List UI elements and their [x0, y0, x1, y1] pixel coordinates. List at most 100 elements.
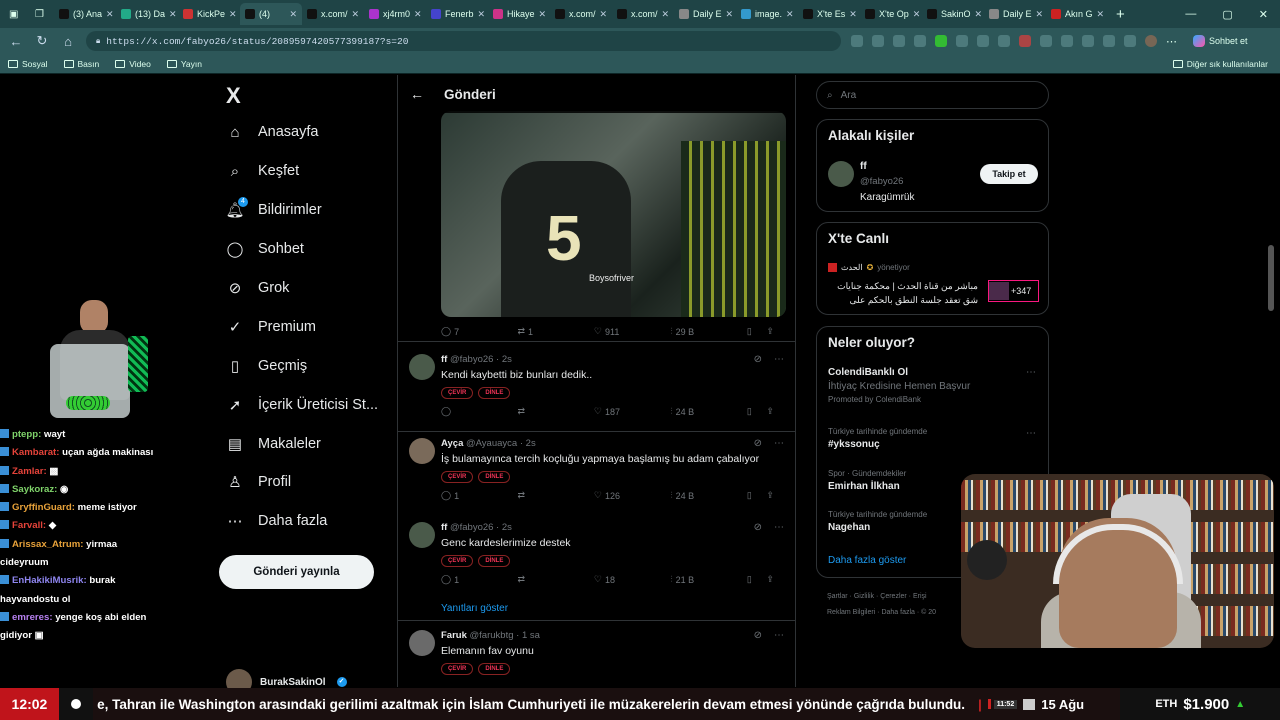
chat-username[interactable]: Saykoraz:	[12, 484, 57, 495]
live-host-row[interactable]: الحدث ✪ yönetiyor	[828, 263, 910, 272]
more-options-icon[interactable]: ⋯	[774, 438, 784, 449]
repost-button[interactable]: ⇄	[517, 490, 593, 501]
show-replies-link[interactable]: Yanıtları göster	[441, 603, 508, 614]
browser-tab[interactable]: x.com/ ✕	[302, 3, 364, 25]
chat-username[interactable]: ptepp:	[12, 429, 41, 440]
listen-chip[interactable]: DİNLE	[478, 471, 511, 483]
sidebar-icon[interactable]	[1061, 35, 1073, 47]
back-arrow-icon[interactable]: ←	[410, 86, 424, 102]
more-icon[interactable]: ⋯	[1166, 35, 1177, 48]
close-icon[interactable]: ✕	[414, 9, 422, 20]
browser-tab[interactable]: (3) Ana ✕	[54, 3, 116, 25]
avatar[interactable]	[409, 354, 435, 380]
close-icon[interactable]: ✕	[726, 9, 734, 20]
listen-chip[interactable]: DİNLE	[478, 555, 511, 567]
views-button[interactable]: ⫶ 29 B	[670, 326, 746, 337]
x-logo[interactable]: X	[226, 83, 241, 109]
close-icon[interactable]: ✕	[229, 9, 237, 20]
close-icon[interactable]: ✕	[289, 9, 297, 20]
avatar[interactable]	[409, 438, 435, 464]
close-icon[interactable]: ✕	[600, 9, 608, 20]
extension-icon-5[interactable]	[998, 35, 1010, 47]
translate-chip[interactable]: ÇEVİR	[441, 555, 474, 567]
copilot-button[interactable]: Sohbet et	[1193, 35, 1248, 47]
chat-username[interactable]: emreres:	[12, 612, 53, 623]
close-icon[interactable]: ✕	[169, 9, 177, 20]
like-button[interactable]: ♡ 187	[594, 406, 670, 417]
bookmark-folder[interactable]: Basın	[63, 59, 99, 69]
close-icon[interactable]: ✕	[1036, 9, 1044, 20]
listen-chip[interactable]: DİNLE	[478, 387, 511, 399]
reply-button[interactable]: ◯	[441, 406, 517, 417]
chat-username[interactable]: GryffinGuard:	[12, 502, 75, 513]
close-icon[interactable]: ✕	[352, 9, 360, 20]
browser-tab[interactable]: KickPe ✕	[178, 3, 240, 25]
share-button[interactable]: ⇪	[766, 574, 786, 585]
extensions-puzzle-icon[interactable]	[1040, 35, 1052, 47]
favorites-icon[interactable]	[1082, 35, 1094, 47]
back-icon[interactable]: ←	[8, 34, 24, 49]
maximize-icon[interactable]: ▢	[1222, 8, 1232, 21]
nav-item-makaleler[interactable]: ▤ Makaleler	[226, 435, 321, 453]
share-button[interactable]: ⇪	[766, 326, 786, 337]
extension-icon-1[interactable]	[914, 35, 926, 47]
collections-icon[interactable]	[1124, 35, 1136, 47]
reply-button[interactable]: ◯ 7	[441, 326, 517, 337]
browser-tab[interactable]: Daily E ✕	[984, 3, 1046, 25]
avatar[interactable]	[828, 161, 854, 187]
browser-tab[interactable]: Daily E ✕	[674, 3, 736, 25]
refresh-icon[interactable]: ↻	[34, 33, 50, 49]
nav-item-premium[interactable]: ✓ Premium	[226, 318, 316, 336]
home-icon[interactable]: ⌂	[60, 34, 76, 49]
extension-icon-3[interactable]	[956, 35, 968, 47]
browser-tab[interactable]: X'te Op ✕	[860, 3, 922, 25]
grok-icon[interactable]: ⊘	[754, 522, 762, 533]
favorite-star-icon[interactable]	[893, 35, 905, 47]
like-button[interactable]: ♡ 126	[594, 490, 670, 501]
extension-icon-6[interactable]	[1019, 35, 1031, 47]
avatar[interactable]	[409, 630, 435, 656]
live-listeners-badge[interactable]: +347	[988, 280, 1039, 302]
chat-username[interactable]: Kambarat:	[12, 447, 59, 458]
live-text-1[interactable]: مباشر من قناة الحدث | محكمة جنايات	[828, 281, 978, 292]
nav-item-sohbet[interactable]: ◯ Sohbet	[226, 240, 304, 258]
close-icon[interactable]: ✕	[849, 9, 857, 20]
bookmark-button[interactable]: ▯	[747, 490, 767, 501]
bookmark-button[interactable]: ▯	[747, 574, 767, 585]
more-options-icon[interactable]: ⋯	[774, 630, 784, 641]
more-options-icon[interactable]: ⋯	[774, 354, 784, 365]
avatar[interactable]	[409, 522, 435, 548]
nav-item-grok[interactable]: ⊘ Grok	[226, 279, 290, 297]
translate-chip[interactable]: ÇEVİR	[441, 471, 474, 483]
reply-handle[interactable]: @fabyo26	[450, 522, 493, 533]
views-button[interactable]: ⫶ 21 B	[670, 574, 746, 585]
reply-button[interactable]: ◯ 1	[441, 490, 517, 501]
reply-author[interactable]: Faruk	[441, 630, 467, 641]
reply-handle[interactable]: @farukbtg	[470, 630, 514, 641]
like-button[interactable]: ♡ 18	[594, 574, 670, 585]
new-tab-icon[interactable]: +	[1116, 6, 1125, 23]
browser-tab[interactable]: x.com/ ✕	[550, 3, 612, 25]
related-name[interactable]: ff	[860, 161, 867, 172]
translate-chip[interactable]: ÇEVİR	[441, 387, 474, 399]
browser-tab[interactable]: SakinO ✕	[922, 3, 984, 25]
close-window-icon[interactable]: ✕	[1259, 8, 1268, 21]
reply-handle[interactable]: @fabyo26	[450, 354, 493, 365]
trend-item[interactable]: Türkiye tarihinde gündemde #ykssonuç	[828, 427, 927, 450]
trend-item[interactable]: Türkiye tarihinde gündemde Nagehan	[828, 510, 927, 533]
split-screen-icon[interactable]	[851, 35, 863, 47]
close-icon[interactable]: ✕	[662, 9, 670, 20]
tab-actions-icon[interactable]: ▣	[4, 3, 30, 25]
extension-icon-4[interactable]	[977, 35, 989, 47]
chat-username[interactable]: Zamlar:	[12, 466, 47, 477]
browser-tab[interactable]: (4) ✕	[240, 3, 302, 25]
nav-item-profil[interactable]: ♙ Profil	[226, 473, 291, 491]
browser-tab[interactable]: Akın G ✕	[1046, 3, 1108, 25]
workspaces-icon[interactable]: ❐	[30, 3, 54, 25]
browser-tab[interactable]: xj4rm0 ✕	[364, 3, 426, 25]
translate-chip[interactable]: ÇEVİR	[441, 663, 474, 675]
browser-tab[interactable]: Fenerb ✕	[426, 3, 488, 25]
trend-promoted[interactable]: ColendiBanklı Ol İhtiyaç Kredisine Hemen…	[828, 367, 970, 404]
repost-button[interactable]: ⇄	[517, 574, 593, 585]
minimize-icon[interactable]: —	[1185, 8, 1196, 21]
